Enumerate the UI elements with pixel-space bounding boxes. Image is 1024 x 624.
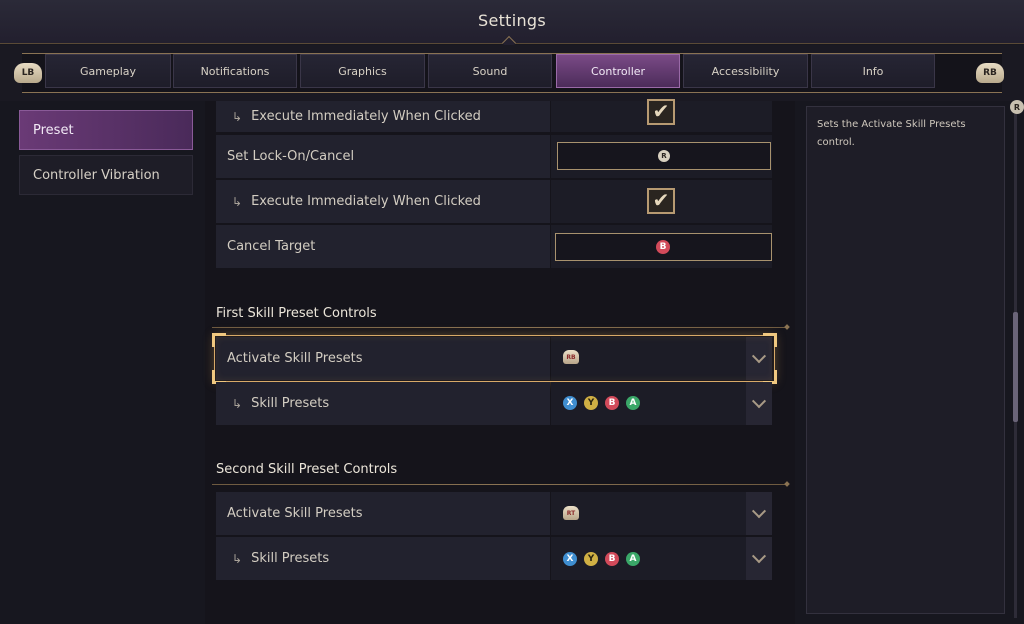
section-title: Second Skill Preset Controls [216,462,398,477]
chevron-down-icon[interactable] [746,382,772,425]
setting-label: Skill Presets [251,396,330,411]
setting-row-value[interactable] [551,337,772,380]
x-button-icon: X [563,396,577,410]
setting-row-label[interactable]: ↳ Execute Immediately When Clicked [216,101,550,132]
setting-label: Skill Presets [251,551,330,566]
y-button-icon: Y [584,552,598,566]
setting-label: Cancel Target [227,239,316,254]
chevron-down-icon[interactable] [746,337,772,380]
a-button-icon: A [626,552,640,566]
tab-controller[interactable]: Controller [556,54,680,88]
sub-arrow-icon: ↳ [232,109,243,124]
setting-label: Activate Skill Presets [227,351,363,366]
b-button-icon: B [605,552,619,566]
setting-row-label[interactable]: Cancel Target [216,225,550,268]
setting-row-label[interactable]: Activate Skill Presets [216,492,550,535]
b-button-icon: B [656,240,670,254]
description-panel: Sets the Activate Skill Presets control. [806,106,1005,614]
rb-bumper-icon[interactable]: RB [973,57,1007,89]
section-title: First Skill Preset Controls [216,306,377,321]
tab-info[interactable]: Info [811,54,935,88]
scrollbar-thumb[interactable] [1013,312,1018,422]
tab-accessibility[interactable]: Accessibility [683,54,808,88]
tab-graphics[interactable]: Graphics [300,54,425,88]
b-button-icon: B [605,396,619,410]
setting-label: Execute Immediately When Clicked [251,194,481,209]
rt-button-icon: RT [563,506,579,520]
description-text: Sets the Activate Skill Presets control. [817,119,966,148]
section-divider [212,327,786,328]
chevron-down-icon[interactable] [746,492,772,535]
lb-bumper-icon[interactable]: LB [11,57,45,89]
checkbox[interactable]: ✔ [647,188,675,214]
setting-row-label[interactable]: Set Lock-On/Cancel [216,135,550,178]
sub-arrow-icon: ↳ [232,194,243,209]
r-stick-button-icon: R [658,150,670,162]
sidebar-item-preset[interactable]: Preset [19,110,193,150]
sub-arrow-icon: ↳ [232,551,243,566]
rb-button-icon: RB [563,350,579,364]
setting-row-label[interactable]: Activate Skill Presets [216,337,550,380]
setting-label: Set Lock-On/Cancel [227,149,355,164]
chevron-down-icon[interactable] [746,537,772,580]
setting-label: Activate Skill Presets [227,506,363,521]
checkbox[interactable]: ✔ [647,99,675,125]
x-button-icon: X [563,552,577,566]
setting-row-label[interactable]: ↳ Execute Immediately When Clicked [216,180,550,223]
setting-label: Execute Immediately When Clicked [251,109,481,124]
tab-gameplay[interactable]: Gameplay [45,54,171,88]
tab-sound[interactable]: Sound [428,54,552,88]
setting-row-label[interactable]: ↳ Skill Presets [216,537,550,580]
sub-arrow-icon: ↳ [232,396,243,411]
sidebar-item-controller-vibration[interactable]: Controller Vibration [19,155,193,195]
section-divider [212,484,786,485]
page-title: Settings [477,11,547,30]
y-button-icon: Y [584,396,598,410]
setting-row-value[interactable] [551,492,772,535]
r-stick-scroll-icon: R [1010,100,1024,114]
setting-row-label[interactable]: ↳ Skill Presets [216,382,550,425]
a-button-icon: A [626,396,640,410]
tab-notifications[interactable]: Notifications [173,54,297,88]
title-bar: Settings [0,0,1024,51]
